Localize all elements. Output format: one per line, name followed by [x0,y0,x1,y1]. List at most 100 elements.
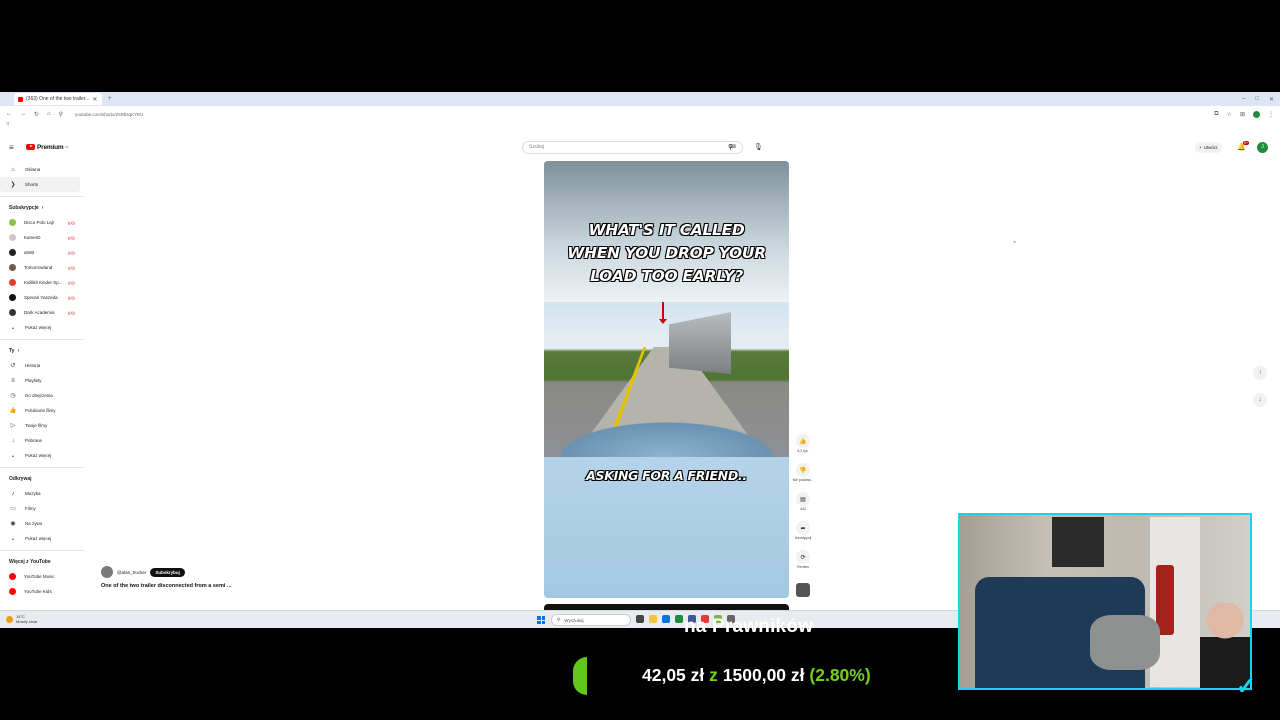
trailer-truck [669,312,731,374]
show-more-explore[interactable]: ⌄ Pokaż więcej [0,531,86,546]
caption-line: LOAD TOO EARLY? [590,267,743,285]
chevron-right-icon: › [41,205,44,211]
profile-avatar[interactable] [1253,110,1260,118]
channel-avatar[interactable] [101,566,113,578]
action-label: Remiks [797,565,809,569]
close-icon[interactable]: ✕ [92,96,97,103]
subscription-item[interactable]: Kidilikli Kinder Sp... ((•)) [0,275,86,290]
live-indicator-icon: ((•)) [68,280,75,285]
stream-goal-title: na Prawników [684,616,814,637]
weather-widget[interactable]: 14°C Mostly clear [6,614,37,624]
explore-item[interactable]: ♪ Muzyka [0,486,86,501]
search-input[interactable]: Szukaj ⌨ [522,140,743,154]
action-label: Udostępnij [794,536,812,540]
hamburger-menu-icon[interactable]: ≡ [9,143,14,152]
menu-icon[interactable]: ⋮ [1268,111,1274,118]
home-icon[interactable]: ⌂ [47,111,51,117]
bookmark-star-icon[interactable]: ☆ [1227,111,1232,118]
create-label: Utwórz [1203,144,1218,150]
subscription-item[interactable]: Tomorrowland ((•)) [0,260,86,275]
user-avatar[interactable]: J [1257,141,1268,153]
sound-thumbnail[interactable] [796,583,810,597]
you-item-label: Playlisty [25,378,42,383]
caption-line: WHAT'S IT CALLED [588,221,745,239]
nav-item[interactable]: ⌂ Główna [0,162,86,177]
subscription-item[interactable]: YouTube Kids [0,584,86,599]
back-icon[interactable]: ← [6,111,12,117]
short-video-player[interactable]: WHAT'S IT CALLED WHEN YOU DROP YOUR LOAD… [544,161,789,598]
share-icon[interactable]: ➦ [795,521,810,535]
video-title[interactable]: One of the two trailer disconnected from… [101,583,232,589]
highway-scene-image [544,302,789,457]
bookmarks-bar: ⠿ [0,122,1280,130]
minimize-icon[interactable]: – [1242,96,1245,103]
explore-item[interactable]: ◉ Na żywo [0,516,86,531]
liked-icon: 👍 [9,408,17,414]
new-tab-button[interactable]: + [108,96,112,102]
subscription-item[interactable]: Disco Polo Laj! ((•)) [0,215,86,230]
donation-of: z [709,665,718,685]
subscription-item[interactable]: atWit ((•)) [0,245,86,260]
you-heading[interactable]: Ty › [0,344,86,358]
tab-title: (363) One of the two trailer... [26,96,90,102]
webcam-overlay [958,513,1252,690]
microphone-icon[interactable]: 🎙 [754,143,763,151]
taskbar-search[interactable]: ⚲ Wyszukaj [551,614,631,626]
taskbar-app-icon[interactable] [675,615,683,623]
live-indicator-icon: ((•)) [68,310,75,315]
nav-item[interactable]: ❯ Shorts [0,177,80,192]
apps-icon[interactable]: ⠿ [6,122,10,128]
plus-icon: + [1199,144,1202,150]
you-item[interactable]: ≡ Playlisty [0,373,86,388]
maximize-icon[interactable]: □ [1255,96,1259,103]
explore-item[interactable]: ▭ Filmy [0,501,86,516]
subscription-item[interactable]: Dark Academia ((•)) [0,305,86,320]
like-icon[interactable]: 👍 [796,434,810,448]
active-tab[interactable]: (363) One of the two trailer... ✕ [14,93,102,105]
show-more-you[interactable]: ⌄ Pokaż więcej [0,448,86,463]
search-icon[interactable]: ⚲ [728,143,733,151]
remix-icon[interactable]: ⟳ [796,550,810,564]
subscription-label: YouTube Music [24,574,55,579]
create-button[interactable]: + Utwórz [1195,141,1222,153]
you-item[interactable]: ◷ Do obejrzenia [0,388,86,403]
subscription-item[interactable]: KamerD ((•)) [0,230,86,245]
screenshot-icon[interactable]: ⧉ [1214,111,1218,118]
channel-avatar-icon [9,294,16,301]
divider [0,339,84,340]
taskbar-app-icon[interactable] [636,615,644,623]
channel-name[interactable]: @alan_trucker [117,570,146,575]
dislike-icon[interactable]: 👎 [795,463,810,477]
you-item[interactable]: ▷ Twoje filmy [0,418,86,433]
windows-start-icon[interactable] [537,616,545,624]
forward-icon[interactable]: → [20,111,26,117]
you-item[interactable]: 👍 Polubione filmy [0,403,86,418]
url-field[interactable]: youtube.com/shorts/ZsRbsqKYEU [71,110,147,119]
playlists-icon: ≡ [11,377,15,384]
mouse-cursor-icon: ⌖ [1013,240,1017,246]
subscription-item[interactable]: Spevari Yaszeda ((•)) [0,290,86,305]
section-title: Ty [9,348,15,354]
webcam-blanket [1090,615,1160,670]
window-close-icon[interactable]: ✕ [1269,96,1274,103]
you-item[interactable]: ↓ Pobrane [0,433,86,448]
subscription-item[interactable]: YouTube Music [0,569,86,584]
site-info-icon[interactable]: ⚲ [59,111,63,118]
previous-short-button[interactable]: ↑ [1253,366,1267,380]
donation-percent: (2.80%) [809,665,871,685]
action-remix: ⟳ Remiks [796,550,810,579]
comment-icon[interactable]: ▤ [796,492,810,506]
taskbar-app-icon[interactable] [662,615,670,623]
logo-region: PL [65,145,69,149]
reload-icon[interactable]: ↻ [34,111,39,118]
extensions-icon[interactable]: ⊞ [1240,111,1245,118]
taskbar-app-icon[interactable] [649,615,657,623]
subscriptions-heading[interactable]: Subskrypcje › [0,201,86,215]
explore-heading: Odkrywaj [0,472,86,486]
search-placeholder: Szukaj [529,144,545,150]
youtube-logo[interactable]: Premium PL [26,144,69,151]
show-more-subscriptions[interactable]: ⌄ Pokaż więcej [0,320,86,335]
you-item[interactable]: ↺ Historia [0,358,86,373]
next-short-button[interactable]: ↓ [1253,393,1267,407]
subscribe-button[interactable]: Subskrybuj [150,567,185,577]
